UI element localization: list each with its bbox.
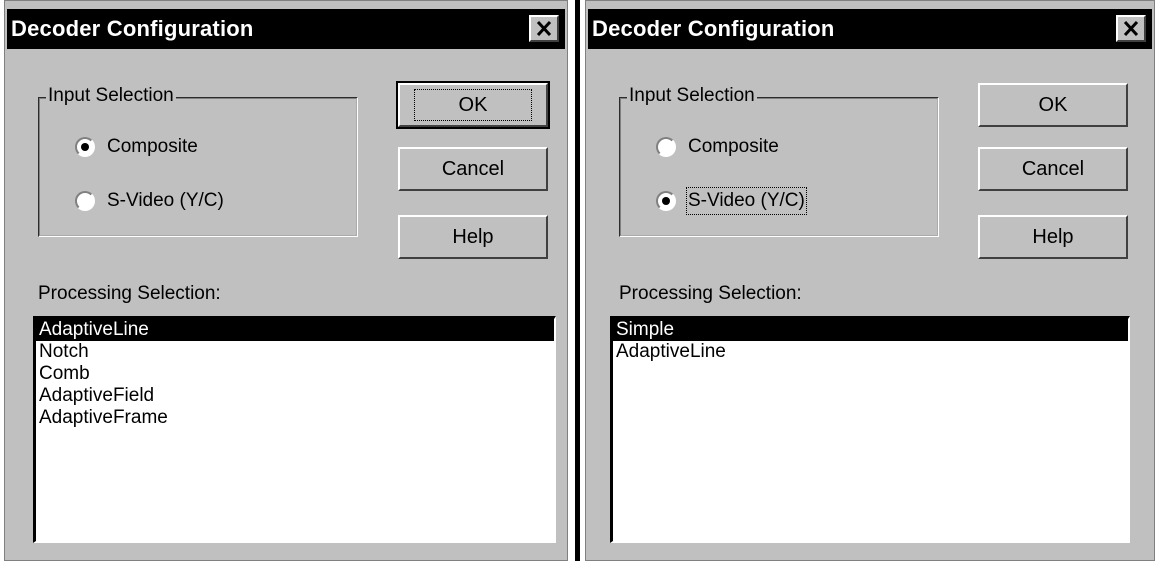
dialog-title: Decoder Configuration (592, 16, 835, 41)
decoder-config-dialog-composite: Decoder Configuration Input Selection Co… (4, 0, 568, 561)
radio-dot (662, 197, 670, 205)
processing-selection-label: Processing Selection: (38, 283, 221, 304)
list-item[interactable]: AdaptiveLine (36, 319, 554, 341)
radio-button[interactable] (656, 137, 676, 157)
processing-listbox[interactable]: AdaptiveLine Notch Comb AdaptiveField Ad… (33, 316, 556, 543)
image-divider (575, 0, 580, 561)
close-button[interactable] (529, 15, 559, 42)
list-item[interactable]: AdaptiveFrame (36, 407, 554, 429)
decoder-config-dialog-svideo: Decoder Configuration Input Selection Co… (585, 0, 1155, 561)
list-item[interactable]: AdaptiveField (36, 385, 554, 407)
close-button[interactable] (1116, 15, 1146, 42)
radio-button[interactable] (656, 191, 676, 211)
radio-label: S-Video (Y/C) (107, 190, 224, 211)
ok-button[interactable]: OK (396, 81, 550, 129)
ok-button[interactable]: OK (978, 83, 1128, 127)
close-icon (1123, 21, 1139, 36)
list-item[interactable]: AdaptiveLine (613, 341, 1128, 363)
radio-label: Composite (688, 136, 779, 157)
close-icon (536, 21, 552, 36)
list-item[interactable]: Simple (613, 319, 1128, 341)
help-button[interactable]: Help (398, 215, 548, 259)
cancel-button[interactable]: Cancel (398, 147, 548, 191)
input-selection-group: Input Selection Composite S-Video (Y/C) (38, 85, 358, 237)
title-bar[interactable]: Decoder Configuration (588, 9, 1152, 49)
dialog-title: Decoder Configuration (11, 16, 254, 41)
radio-label: S-Video (Y/C) (686, 187, 807, 215)
radio-dot (81, 143, 89, 151)
radio-button[interactable] (75, 137, 95, 157)
input-selection-label: Input Selection (627, 85, 757, 107)
cancel-button[interactable]: Cancel (978, 147, 1128, 191)
processing-listbox[interactable]: Simple AdaptiveLine (610, 316, 1130, 543)
processing-selection-label: Processing Selection: (619, 283, 802, 304)
radio-label: Composite (107, 136, 198, 157)
list-item[interactable]: Comb (36, 363, 554, 385)
radio-button[interactable] (75, 191, 95, 211)
help-button[interactable]: Help (978, 215, 1128, 259)
title-bar[interactable]: Decoder Configuration (7, 9, 565, 49)
input-selection-group: Input Selection Composite S-Video (Y/C) (619, 85, 939, 237)
list-item[interactable]: Notch (36, 341, 554, 363)
input-selection-label: Input Selection (46, 85, 176, 107)
